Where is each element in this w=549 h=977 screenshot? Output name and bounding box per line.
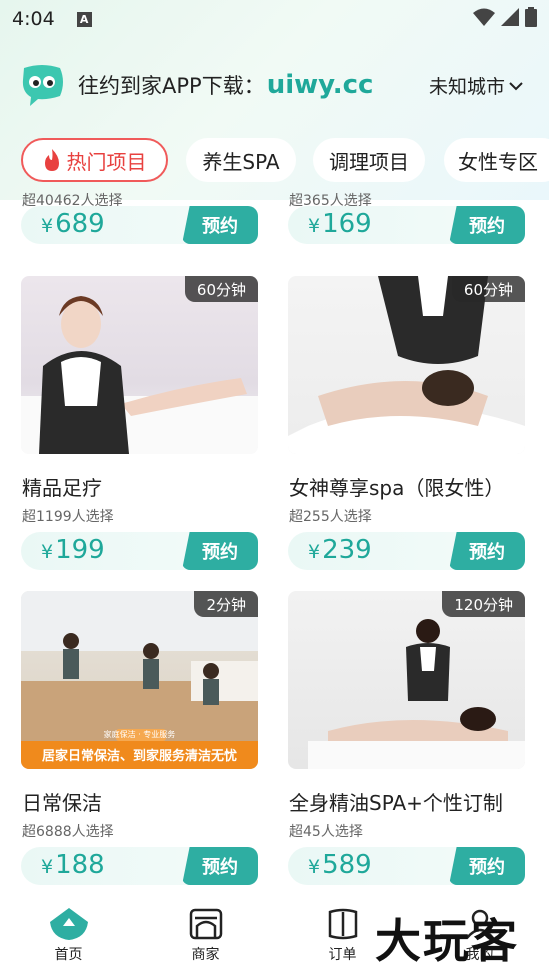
chevron-down-icon — [509, 81, 523, 90]
service-image[interactable]: 60分钟 — [21, 276, 258, 454]
tab-label: 调理项目 — [329, 149, 409, 174]
duration-badge: 120分钟 — [442, 591, 525, 617]
foot-massage-illustration — [21, 296, 258, 454]
watermark: 大玩客 — [375, 914, 519, 968]
price-bar: ¥589 预约 — [288, 847, 525, 885]
battery-icon — [525, 7, 537, 27]
status-bar: 4:04 A — [0, 0, 549, 38]
tab-therapy[interactable]: 调理项目 — [313, 138, 425, 182]
brand-download-text: 往约到家APP下载： — [78, 74, 265, 98]
service-card[interactable]: 60分钟 女神尊享spa（限女性） 超255人选择 ¥239 预约 — [288, 276, 525, 570]
price: ¥689 — [41, 209, 105, 239]
selected-count: 超45人选择 — [289, 824, 363, 840]
nav-label: 订单 — [328, 947, 357, 963]
price: ¥589 — [308, 850, 372, 880]
nav-merchant[interactable]: 商家 — [137, 900, 274, 977]
spa-massage-illustration — [288, 276, 525, 454]
nav-label: 首页 — [54, 947, 83, 963]
notification-icon: A — [76, 11, 92, 27]
price: ¥239 — [308, 535, 372, 565]
tab-label: 女性专区 — [458, 149, 538, 174]
tab-women[interactable]: 女性专区 — [444, 138, 549, 182]
selected-count: 超255人选择 — [289, 509, 372, 525]
app-logo-icon — [22, 65, 63, 106]
price: ¥169 — [308, 209, 372, 239]
book-button[interactable]: 预约 — [449, 847, 525, 885]
oil-spa-illustration — [308, 619, 525, 769]
banner-text: 居家日常保洁、到家服务清洁无忧 — [41, 749, 237, 764]
brand-download-url[interactable]: uiwy.cc — [267, 70, 374, 100]
service-card[interactable]: 60分钟 精品足疗 超1199人选择 ¥199 预约 — [21, 276, 258, 570]
service-title: 精品足疗 — [22, 476, 102, 500]
flame-icon — [44, 149, 59, 171]
book-button[interactable]: 预约 — [182, 206, 258, 244]
wifi-icon — [473, 8, 495, 26]
store-icon — [189, 908, 222, 940]
tab-spa[interactable]: 养生SPA — [186, 138, 296, 182]
signal-icon — [501, 8, 519, 26]
duration-badge: 60分钟 — [184, 276, 258, 302]
price-bar: ¥689 预约 — [21, 206, 258, 244]
price-bar: ¥188 预约 — [21, 847, 258, 885]
book-button[interactable]: 预约 — [449, 532, 525, 570]
service-list: 超40462人选择 ¥689 预约 超365人选择 ¥169 预约 60分钟 精… — [0, 188, 549, 900]
service-title: 日常保洁 — [22, 791, 102, 815]
service-title: 女神尊享spa（限女性） — [289, 476, 505, 500]
brand-row: 往约到家APP下载： uiwy.cc 未知城市 — [18, 62, 531, 108]
service-card[interactable]: 家庭保洁 · 专业服务 居家日常保洁、到家服务清洁无忧 2分钟 日常保洁 超68… — [21, 591, 258, 885]
service-image[interactable]: 家庭保洁 · 专业服务 居家日常保洁、到家服务清洁无忧 2分钟 — [21, 591, 258, 769]
status-time: 4:04 — [12, 8, 55, 30]
category-tabs: 热门项目 养生SPA 调理项目 女性专区 — [0, 136, 549, 184]
service-title: 全身精油SPA+个性订制 — [289, 791, 503, 815]
home-icon — [49, 908, 88, 940]
book-button[interactable]: 预约 — [182, 532, 258, 570]
price-bar: ¥239 预约 — [288, 532, 525, 570]
price-bar: ¥169 预约 — [288, 206, 525, 244]
duration-badge: 60分钟 — [451, 276, 525, 302]
price: ¥199 — [41, 535, 105, 565]
nav-label: 商家 — [191, 947, 220, 963]
service-image[interactable]: 120分钟 — [288, 591, 525, 769]
status-icons — [473, 7, 537, 27]
service-card[interactable]: 120分钟 全身精油SPA+个性订制 超45人选择 ¥589 预约 — [288, 591, 525, 885]
book-button[interactable]: 预约 — [182, 847, 258, 885]
price: ¥188 — [41, 850, 105, 880]
banner-small-text: 家庭保洁 · 专业服务 — [103, 730, 176, 739]
selected-count: 超1199人选择 — [22, 509, 114, 525]
duration-badge: 2分钟 — [194, 591, 258, 617]
city-selector[interactable]: 未知城市 — [429, 72, 523, 99]
city-label: 未知城市 — [428, 76, 505, 98]
service-image[interactable]: 60分钟 — [288, 276, 525, 454]
selected-count: 超6888人选择 — [22, 824, 114, 840]
book-button[interactable]: 预约 — [449, 206, 525, 244]
orders-icon — [328, 908, 357, 940]
house-cleaning-illustration — [21, 591, 258, 769]
price-bar: ¥199 预约 — [21, 532, 258, 570]
tab-label: 热门项目 — [66, 149, 147, 174]
tab-label: 养生SPA — [202, 149, 280, 174]
tab-hot[interactable]: 热门项目 — [21, 138, 168, 182]
nav-home[interactable]: 首页 — [0, 900, 137, 977]
